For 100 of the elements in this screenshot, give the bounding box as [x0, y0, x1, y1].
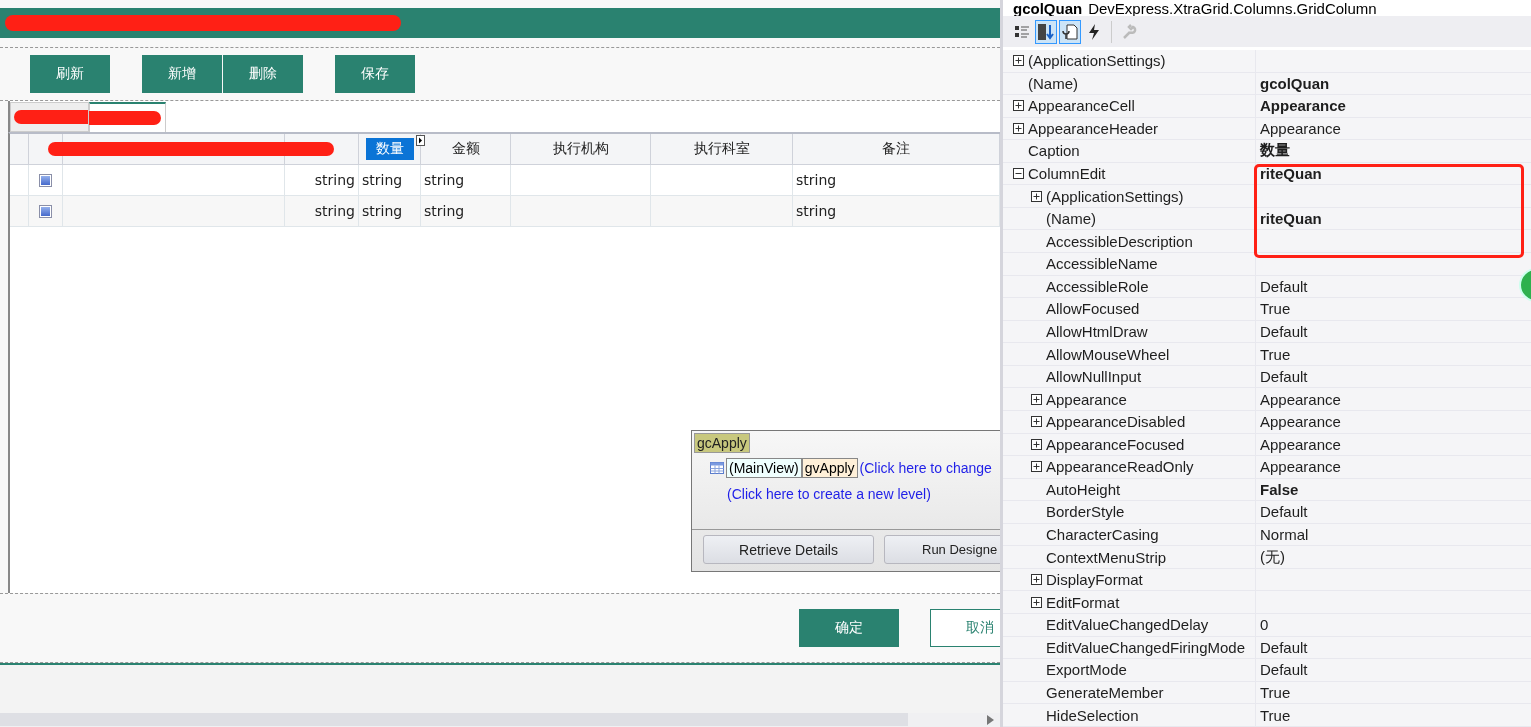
property-name: AccessibleName: [1046, 255, 1158, 273]
property-name: AllowHtmlDraw: [1046, 322, 1148, 340]
view-label[interactable]: (MainView): [726, 458, 802, 478]
property-name: AccessibleRole: [1046, 277, 1149, 295]
property-name: AllowFocused: [1046, 300, 1140, 318]
property-value[interactable]: Appearance: [1260, 458, 1341, 476]
collapse-icon[interactable]: [1012, 168, 1024, 180]
new-level-link[interactable]: (Click here to create a new level): [727, 486, 1000, 502]
property-name: AppearanceReadOnly: [1046, 458, 1194, 476]
property-value[interactable]: Default: [1260, 368, 1308, 386]
property-name: (Name): [1028, 74, 1078, 92]
property-name: GenerateMember: [1046, 683, 1164, 701]
property-value[interactable]: Appearance: [1260, 97, 1346, 115]
save-button[interactable]: 保存: [335, 55, 415, 93]
expand-icon[interactable]: [1030, 393, 1042, 405]
property-value[interactable]: True: [1260, 706, 1291, 724]
lightning-icon: [1087, 22, 1101, 41]
property-name: AllowMouseWheel: [1046, 345, 1170, 363]
property-name: AccessibleDescription: [1046, 232, 1193, 250]
property-name: (Name): [1046, 210, 1096, 228]
toolbar-button[interactable]: 删除: [223, 55, 303, 93]
categorized-icon: [1014, 23, 1030, 40]
smart-tag-icon[interactable]: [416, 135, 425, 146]
expand-icon[interactable]: [1012, 122, 1024, 134]
property-name: AppearanceCell: [1028, 97, 1135, 115]
property-name: (ApplicationSettings): [1028, 52, 1166, 70]
property-name: ColumnEdit: [1028, 165, 1106, 183]
property-value[interactable]: Default: [1260, 322, 1308, 340]
property-value[interactable]: 数量: [1260, 141, 1290, 161]
expand-icon[interactable]: [1030, 416, 1042, 428]
table-icon: [710, 462, 724, 474]
toolbar-button[interactable]: 新增: [142, 55, 222, 93]
property-page-icon: [1061, 22, 1079, 41]
property-value[interactable]: Default: [1260, 277, 1308, 295]
table-cell: string: [421, 196, 511, 227]
property-name: EditFormat: [1046, 593, 1120, 611]
table-cell: string: [285, 196, 359, 227]
property-value[interactable]: True: [1260, 345, 1291, 363]
property-value[interactable]: riteQuan: [1260, 210, 1322, 228]
property-value[interactable]: Appearance: [1260, 390, 1341, 408]
column-header[interactable]: 数量: [365, 138, 414, 160]
property-value[interactable]: Default: [1260, 638, 1308, 656]
property-value[interactable]: (无): [1260, 547, 1285, 567]
tab[interactable]: [89, 102, 166, 132]
expand-icon[interactable]: [1030, 596, 1042, 608]
grid-name-label[interactable]: gcApply: [694, 433, 750, 453]
property-value[interactable]: Appearance: [1260, 435, 1341, 453]
designer-button[interactable]: Retrieve Details: [703, 535, 874, 564]
redaction-mark: [89, 111, 161, 125]
view-name[interactable]: gvApply: [801, 458, 858, 478]
column-header[interactable]: 执行机构: [552, 140, 609, 158]
property-name: CharacterCasing: [1046, 526, 1159, 544]
refresh-button[interactable]: 刷新: [30, 55, 110, 93]
property-value[interactable]: 0: [1260, 616, 1269, 634]
property-name: ExportMode: [1046, 661, 1127, 679]
expand-icon[interactable]: [1030, 190, 1042, 202]
expand-icon[interactable]: [1030, 438, 1042, 450]
cancel-button[interactable]: 取消: [930, 609, 1000, 647]
property-name: Appearance: [1046, 390, 1127, 408]
wrench-icon: [1121, 23, 1137, 40]
property-value[interactable]: Appearance: [1260, 413, 1341, 431]
property-name: DisplayFormat: [1046, 571, 1143, 589]
property-name: (ApplicationSettings): [1046, 187, 1184, 205]
column-header[interactable]: 执行科室: [693, 140, 750, 158]
property-name: Caption: [1028, 142, 1080, 160]
property-name: AppearanceFocused: [1046, 435, 1185, 453]
table-cell: string: [359, 196, 421, 227]
designer-button[interactable]: Run Designe: [884, 535, 1000, 564]
sort-az-icon: [1037, 22, 1055, 41]
expand-icon[interactable]: [1030, 574, 1042, 586]
property-name: ContextMenuStrip: [1046, 548, 1167, 566]
property-value[interactable]: Default: [1260, 503, 1308, 521]
property-value[interactable]: Default: [1260, 661, 1308, 679]
property-value[interactable]: True: [1260, 300, 1291, 318]
property-value[interactable]: Normal: [1260, 526, 1309, 544]
scroll-right-icon[interactable]: [987, 715, 994, 725]
column-header[interactable]: 金额: [451, 140, 480, 158]
property-value[interactable]: False: [1260, 480, 1299, 498]
row-indicator-cell[interactable]: [10, 196, 29, 227]
confirm-button[interactable]: 确定: [799, 609, 899, 647]
property-name: AppearanceDisabled: [1046, 413, 1186, 431]
row-check-icon[interactable]: [39, 204, 52, 218]
property-name: EditValueChangedDelay: [1046, 616, 1209, 634]
property-name: AppearanceHeader: [1028, 119, 1159, 137]
property-name: BorderStyle: [1046, 503, 1125, 521]
property-value[interactable]: riteQuan: [1260, 165, 1322, 183]
property-name: AutoHeight: [1046, 480, 1121, 498]
property-value[interactable]: gcolQuan: [1260, 74, 1330, 92]
property-value[interactable]: True: [1260, 683, 1291, 701]
row-check-icon[interactable]: [39, 173, 52, 187]
property-value[interactable]: Appearance: [1260, 119, 1341, 137]
column-header[interactable]: 备注: [882, 140, 910, 158]
tab[interactable]: [10, 102, 89, 132]
expand-icon[interactable]: [1012, 55, 1024, 67]
expand-icon[interactable]: [1030, 461, 1042, 473]
change-view-link[interactable]: (Click here to change: [859, 460, 992, 476]
property-name: AllowNullInput: [1046, 368, 1142, 386]
property-name: HideSelection: [1046, 706, 1139, 724]
property-name: EditValueChangedFiringMode: [1046, 638, 1245, 656]
expand-icon[interactable]: [1012, 100, 1024, 112]
